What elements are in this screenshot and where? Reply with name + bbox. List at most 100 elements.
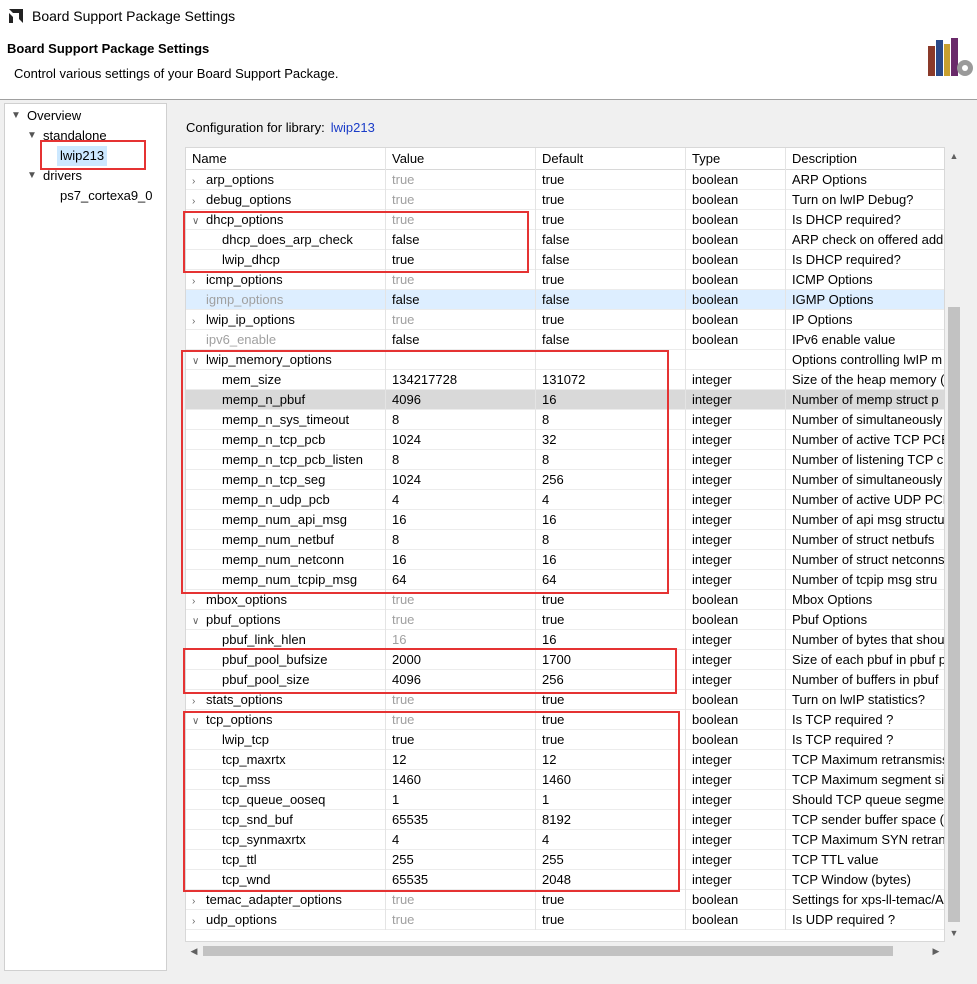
table-row[interactable]: tcp_synmaxrtx 4 4 integer TCP Maximum SYN re… [186,830,944,850]
column-header-name[interactable]: Name [186,148,386,170]
chevron-right-icon[interactable]: › [192,592,206,610]
table-row[interactable]: memp_num_netbuf 8 8 integer Number of struct… [186,530,944,550]
cell-value[interactable]: 16 [386,550,536,570]
cell-value[interactable]: true [386,730,536,750]
cell-value[interactable]: 1460 [386,770,536,790]
table-row[interactable]: memp_n_sys_timeout 8 8 integer Number of sim… [186,410,944,430]
cell-name[interactable]: pbuf_pool_bufsize [186,650,386,670]
cell-name[interactable]: lwip_tcp [186,730,386,750]
table-row[interactable]: › mbox_options true true boolean Mbox Options [186,590,944,610]
cell-value[interactable]: 65535 [386,810,536,830]
cell-value[interactable]: 8 [386,450,536,470]
tree-item-lwip213[interactable]: lwip213 [57,146,108,166]
table-row[interactable]: › udp_options true true boolean Is UDP requir… [186,910,944,930]
chevron-right-icon[interactable]: › [192,172,206,190]
table-row[interactable]: › stats_options true true boolean Turn on lwI… [186,690,944,710]
chevron-down-icon[interactable]: ∨ [192,212,206,230]
table-row[interactable]: tcp_ttl 255 255 integer TCP TTL value [186,850,944,870]
table-row[interactable]: ipv6_enable false false boolean IPv6 enable … [186,330,944,350]
horizontal-scrollbar[interactable]: ◀ ▶ [185,942,945,960]
table-row[interactable]: memp_n_udp_pcb 4 4 integer Number of active … [186,490,944,510]
table-row[interactable]: memp_num_api_msg 16 16 integer Number of api… [186,510,944,530]
cell-name[interactable]: memp_num_tcpip_msg [186,570,386,590]
cell-name[interactable]: igmp_options [186,290,386,310]
table-row[interactable]: › debug_options true true boolean Turn on lwI… [186,190,944,210]
table-row[interactable]: memp_n_tcp_seg 1024 256 integer Number of si… [186,470,944,490]
cell-value[interactable]: 255 [386,850,536,870]
cell-value[interactable]: true [386,170,536,190]
cell-name[interactable]: memp_n_tcp_seg [186,470,386,490]
cell-name[interactable]: ∨ lwip_memory_options [186,350,386,370]
table-row[interactable]: memp_n_pbuf 4096 16 integer Number of memp s… [186,390,944,410]
horizontal-scroll-thumb[interactable] [203,946,893,956]
cell-value[interactable]: true [386,250,536,270]
cell-name[interactable]: tcp_queue_ooseq [186,790,386,810]
cell-name[interactable]: pbuf_pool_size [186,670,386,690]
cell-name[interactable]: dhcp_does_arp_check [186,230,386,250]
cell-name[interactable]: › arp_options [186,170,386,190]
cell-value[interactable]: true [386,710,536,730]
cell-value[interactable]: 1 [386,790,536,810]
chevron-right-icon[interactable]: › [192,892,206,910]
cell-value[interactable]: false [386,230,536,250]
table-row[interactable]: ∨ pbuf_options true true boolean Pbuf Options [186,610,944,630]
cell-name[interactable]: tcp_maxrtx [186,750,386,770]
chevron-down-icon[interactable]: ∨ [192,712,206,730]
chevron-down-icon[interactable]: ▼ [27,126,37,146]
table-row[interactable]: igmp_options false false boolean IGMP Option… [186,290,944,310]
cell-value[interactable]: 1024 [386,430,536,450]
cell-value[interactable]: 4 [386,830,536,850]
table-row[interactable]: › temac_adapter_options true true boolean Set… [186,890,944,910]
cell-name[interactable]: tcp_synmaxrtx [186,830,386,850]
column-header-default[interactable]: Default [536,148,686,170]
cell-name[interactable]: memp_n_tcp_pcb [186,430,386,450]
cell-name[interactable]: memp_n_pbuf [186,390,386,410]
cell-value[interactable]: true [386,590,536,610]
cell-name[interactable]: ∨ pbuf_options [186,610,386,630]
cell-value[interactable]: 16 [386,510,536,530]
scroll-left-icon[interactable]: ◀ [185,942,203,960]
table-row[interactable]: memp_n_tcp_pcb 1024 32 integer Number of act… [186,430,944,450]
table-row[interactable]: memp_n_tcp_pcb_listen 8 8 integer Number of … [186,450,944,470]
cell-name[interactable]: ∨ dhcp_options [186,210,386,230]
table-row[interactable]: ∨ lwip_memory_options Options controlling … [186,350,944,370]
table-row[interactable]: tcp_mss 1460 1460 integer TCP Maximum segmen… [186,770,944,790]
cell-name[interactable]: pbuf_link_hlen [186,630,386,650]
chevron-right-icon[interactable]: › [192,272,206,290]
cell-value[interactable]: 8 [386,530,536,550]
scroll-down-icon[interactable]: ▼ [945,924,963,942]
library-link[interactable]: lwip213 [331,120,375,135]
column-header-value[interactable]: Value [386,148,536,170]
cell-name[interactable]: › lwip_ip_options [186,310,386,330]
column-header-description[interactable]: Description [786,148,944,170]
chevron-down-icon[interactable]: ∨ [192,612,206,630]
table-row[interactable]: tcp_maxrtx 12 12 integer TCP Maximum retrans… [186,750,944,770]
cell-value[interactable]: false [386,330,536,350]
cell-name[interactable]: memp_num_netbuf [186,530,386,550]
table-row[interactable]: lwip_dhcp true false boolean Is DHCP require… [186,250,944,270]
tree-item-overview[interactable]: Overview [27,106,81,126]
cell-value[interactable]: 4 [386,490,536,510]
table-row[interactable]: pbuf_pool_bufsize 2000 1700 integer Size of … [186,650,944,670]
table-row[interactable]: memp_num_tcpip_msg 64 64 integer Number of t… [186,570,944,590]
vertical-scroll-thumb[interactable] [948,307,960,922]
cell-value[interactable]: false [386,290,536,310]
cell-name[interactable]: › stats_options [186,690,386,710]
cell-name[interactable]: memp_n_sys_timeout [186,410,386,430]
cell-name[interactable]: tcp_wnd [186,870,386,890]
cell-name[interactable]: ∨ tcp_options [186,710,386,730]
cell-name[interactable]: memp_num_api_msg [186,510,386,530]
cell-value[interactable]: 65535 [386,870,536,890]
cell-value[interactable]: true [386,890,536,910]
chevron-right-icon[interactable]: › [192,192,206,210]
table-row[interactable]: tcp_queue_ooseq 1 1 integer Should TCP queue… [186,790,944,810]
table-row[interactable]: › icmp_options true true boolean ICMP Options [186,270,944,290]
cell-value[interactable]: 64 [386,570,536,590]
table-row[interactable]: tcp_wnd 65535 2048 integer TCP Window (bytes… [186,870,944,890]
tree-item-standalone[interactable]: standalone [43,126,107,146]
cell-name[interactable]: tcp_ttl [186,850,386,870]
cell-name[interactable]: mem_size [186,370,386,390]
cell-name[interactable]: lwip_dhcp [186,250,386,270]
chevron-down-icon[interactable]: ▼ [27,166,37,186]
table-row[interactable]: pbuf_pool_size 4096 256 integer Number of bu… [186,670,944,690]
